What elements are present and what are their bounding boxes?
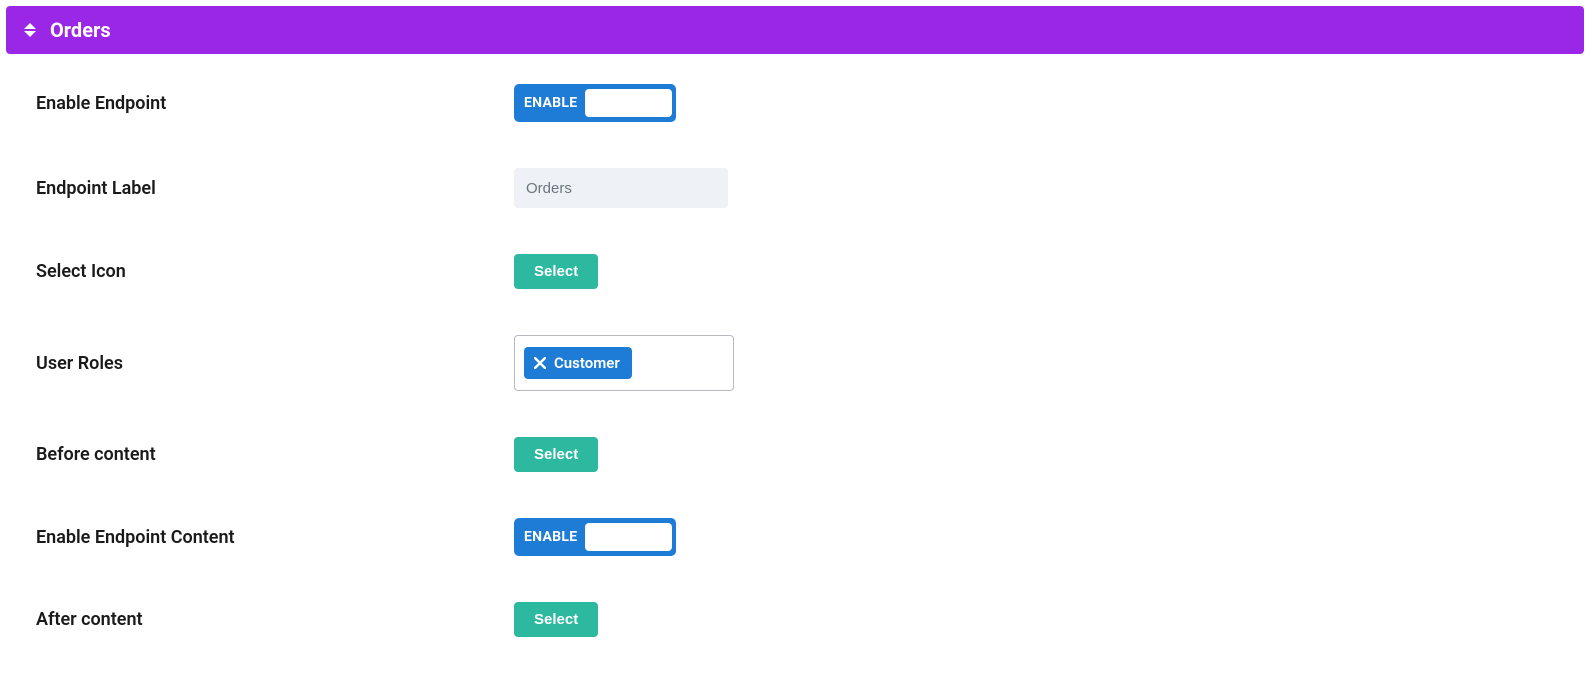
label-select-icon: Select Icon (36, 261, 514, 282)
toggle-enable-endpoint-content-text: ENABLE (518, 529, 585, 545)
row-endpoint-label: Endpoint Label (6, 168, 1584, 208)
row-select-icon: Select Icon Select (6, 254, 1584, 289)
label-before-content: Before content (36, 444, 514, 465)
close-icon[interactable] (534, 357, 546, 369)
row-enable-endpoint: Enable Endpoint ENABLE (6, 84, 1584, 122)
button-before-content[interactable]: Select (514, 437, 598, 472)
toggle-knob (585, 89, 672, 117)
panel-title: Orders (50, 18, 111, 42)
input-endpoint-label[interactable] (514, 168, 728, 208)
label-after-content: After content (36, 609, 514, 630)
label-enable-endpoint-content: Enable Endpoint Content (36, 527, 514, 548)
toggle-enable-endpoint[interactable]: ENABLE (514, 84, 676, 122)
orders-panel: Orders Enable Endpoint ENABLE Endpoint L… (6, 6, 1584, 677)
tag-label: Customer (554, 354, 620, 372)
row-before-content: Before content Select (6, 437, 1584, 472)
sort-icon (24, 23, 36, 37)
tag-customer: Customer (524, 347, 632, 379)
label-endpoint-label: Endpoint Label (36, 178, 514, 199)
label-user-roles: User Roles (36, 353, 514, 374)
row-after-content: After content Select (6, 602, 1584, 637)
panel-header[interactable]: Orders (6, 6, 1584, 54)
panel-body: Enable Endpoint ENABLE Endpoint Label Se… (6, 54, 1584, 677)
user-roles-tagbox[interactable]: Customer (514, 335, 734, 391)
label-enable-endpoint: Enable Endpoint (36, 93, 514, 114)
button-select-icon[interactable]: Select (514, 254, 598, 289)
row-user-roles: User Roles Customer (6, 335, 1584, 391)
toggle-enable-endpoint-text: ENABLE (518, 95, 585, 111)
row-enable-endpoint-content: Enable Endpoint Content ENABLE (6, 518, 1584, 556)
button-after-content[interactable]: Select (514, 602, 598, 637)
toggle-knob (585, 523, 672, 551)
toggle-enable-endpoint-content[interactable]: ENABLE (514, 518, 676, 556)
